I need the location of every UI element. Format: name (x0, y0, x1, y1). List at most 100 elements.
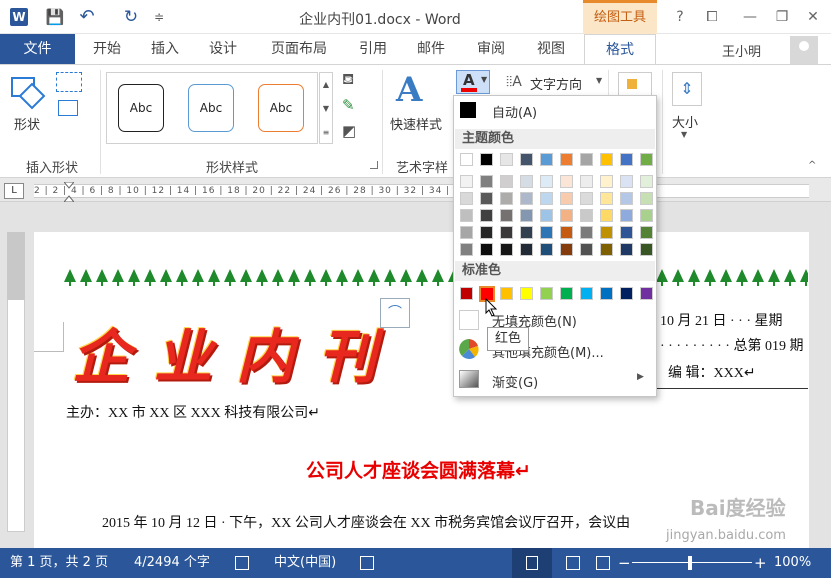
gallery-scroll-arrows-icon[interactable]: ▲ ▼ ≡ (319, 72, 333, 144)
theme-shade-swatch[interactable] (620, 175, 633, 188)
theme-shade-swatch[interactable] (480, 226, 493, 239)
theme-shade-swatch[interactable] (600, 226, 613, 239)
no-fill-swatch[interactable] (459, 310, 479, 330)
standard-color-swatch[interactable] (540, 287, 553, 300)
theme-shade-swatch[interactable] (560, 209, 573, 222)
tab-review[interactable]: 审阅 (464, 34, 518, 64)
theme-shade-swatch[interactable] (540, 243, 553, 256)
standard-color-swatch[interactable] (520, 287, 533, 300)
masthead-wordart[interactable]: 企业内刊 (72, 310, 400, 394)
shape-style-preset-black[interactable]: Abc (118, 84, 164, 132)
web-layout-icon[interactable] (596, 556, 610, 570)
theme-shade-swatch[interactable] (600, 192, 613, 205)
theme-shade-swatch[interactable] (540, 175, 553, 188)
theme-shade-swatch[interactable] (480, 243, 493, 256)
theme-shade-swatch[interactable] (540, 192, 553, 205)
theme-color-swatch[interactable] (540, 153, 553, 166)
text-box-icon[interactable] (58, 100, 78, 116)
zoom-in-button[interactable]: + (754, 548, 767, 578)
theme-shade-swatch[interactable] (580, 175, 593, 188)
theme-shade-swatch[interactable] (600, 175, 613, 188)
zoom-out-button[interactable]: − (618, 548, 631, 578)
theme-shade-swatch[interactable] (540, 209, 553, 222)
theme-shade-swatch[interactable] (480, 175, 493, 188)
tab-mailings[interactable]: 邮件 (404, 34, 458, 64)
theme-shade-swatch[interactable] (560, 175, 573, 188)
wordart-quick-styles-icon[interactable]: A (396, 70, 422, 110)
theme-shade-swatch[interactable] (640, 175, 653, 188)
theme-shade-swatch[interactable] (500, 226, 513, 239)
ruler-scale[interactable]: 2 | 2 | 4 | 6 | 8 | 10 | 12 | 14 | 16 | … (34, 184, 809, 198)
macro-icon[interactable] (360, 556, 374, 570)
tab-layout[interactable]: 页面布局 (262, 34, 336, 64)
size-label[interactable]: 大小 (672, 112, 698, 131)
theme-shade-swatch[interactable] (520, 175, 533, 188)
layout-options-icon[interactable]: ⌒ (380, 298, 410, 328)
minimize-button[interactable]: — (736, 6, 764, 28)
theme-shade-swatch[interactable] (460, 209, 473, 222)
font-color-button[interactable]: A ▼ (456, 70, 490, 94)
tab-file[interactable]: 文件 (0, 34, 75, 64)
size-icon[interactable]: ⇕ (672, 72, 702, 106)
avatar[interactable] (790, 36, 818, 64)
tab-home[interactable]: 开始 (80, 34, 134, 64)
theme-color-swatch[interactable] (620, 153, 633, 166)
standard-color-swatch[interactable] (560, 287, 573, 300)
user-name[interactable]: 王小明 (722, 41, 761, 60)
theme-shade-swatch[interactable] (560, 226, 573, 239)
maximize-button[interactable]: ❐ (768, 6, 796, 28)
shape-style-preset-blue[interactable]: Abc (188, 84, 234, 132)
theme-shade-swatch[interactable] (520, 226, 533, 239)
theme-shade-swatch[interactable] (560, 243, 573, 256)
theme-color-swatch[interactable] (560, 153, 573, 166)
theme-color-swatch[interactable] (600, 153, 613, 166)
save-button[interactable]: 💾 (44, 7, 66, 27)
theme-color-swatch[interactable] (480, 153, 493, 166)
theme-shade-swatch[interactable] (580, 209, 593, 222)
read-mode-icon[interactable] (566, 556, 580, 570)
theme-shade-swatch[interactable] (620, 209, 633, 222)
shape-fill-icon[interactable]: ⛾ (342, 70, 364, 90)
theme-shade-swatch[interactable] (500, 243, 513, 256)
shape-style-preset-orange[interactable]: Abc (258, 84, 304, 132)
standard-color-swatch[interactable] (500, 287, 513, 300)
tab-references[interactable]: 引用 (346, 34, 400, 64)
theme-color-swatch[interactable] (460, 153, 473, 166)
theme-shade-swatch[interactable] (520, 243, 533, 256)
quick-styles-label[interactable]: 快速样式 (390, 114, 442, 133)
theme-shade-swatch[interactable] (640, 226, 653, 239)
text-direction-label[interactable]: 文字方向 (530, 74, 582, 93)
shape-outline-icon[interactable]: ✎ (342, 96, 364, 116)
zoom-level[interactable]: 100% (774, 548, 811, 578)
text-direction-icon[interactable]: ⦙⦙A (506, 74, 522, 90)
theme-shade-swatch[interactable] (480, 192, 493, 205)
theme-shade-swatch[interactable] (600, 209, 613, 222)
theme-color-swatch[interactable] (580, 153, 593, 166)
ribbon-display-options-button[interactable]: ⧠ (698, 6, 726, 28)
theme-shade-swatch[interactable] (460, 175, 473, 188)
theme-shade-swatch[interactable] (640, 209, 653, 222)
tab-view[interactable]: 视图 (524, 34, 578, 64)
standard-color-swatch[interactable] (600, 287, 613, 300)
dialog-launcher-icon[interactable] (370, 161, 378, 169)
page-count[interactable]: 第 1 页，共 2 页 (10, 548, 108, 578)
theme-shade-swatch[interactable] (520, 192, 533, 205)
edit-shape-icon[interactable] (56, 72, 82, 92)
theme-shade-swatch[interactable] (600, 243, 613, 256)
theme-shade-swatch[interactable] (500, 192, 513, 205)
theme-shade-swatch[interactable] (460, 226, 473, 239)
theme-shade-swatch[interactable] (620, 226, 633, 239)
zoom-slider-thumb[interactable] (688, 556, 692, 570)
theme-shade-swatch[interactable] (640, 192, 653, 205)
collapse-ribbon-icon[interactable]: ^ (808, 160, 816, 171)
menu-item-automatic[interactable]: 自动(A) (492, 102, 537, 121)
theme-shade-swatch[interactable] (500, 175, 513, 188)
undo-button[interactable]: ↶ (76, 7, 98, 27)
shapes-label[interactable]: 形状 (14, 114, 40, 133)
theme-color-swatch[interactable] (500, 153, 513, 166)
theme-shade-swatch[interactable] (560, 192, 573, 205)
theme-shade-swatch[interactable] (460, 192, 473, 205)
theme-color-swatch[interactable] (520, 153, 533, 166)
menu-item-gradient[interactable]: 渐变(G) (492, 372, 538, 391)
theme-shade-swatch[interactable] (580, 226, 593, 239)
